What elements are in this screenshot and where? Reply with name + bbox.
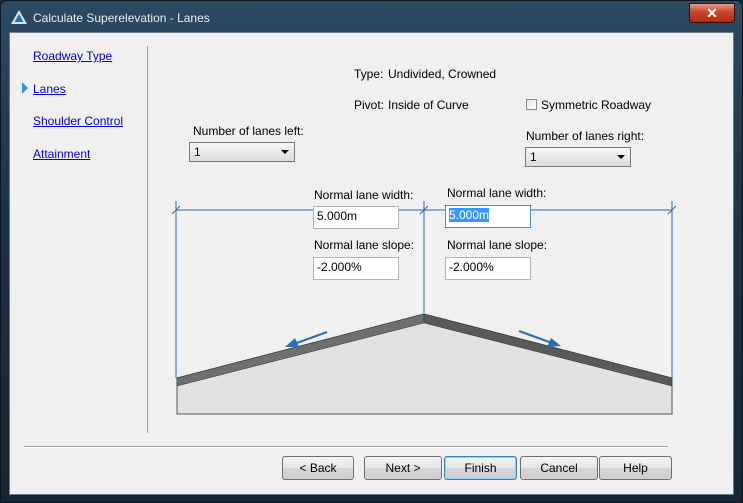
right-lane-slope-label: Normal lane slope:: [447, 238, 548, 252]
left-lane-width-value: 5.000m: [317, 209, 358, 223]
left-lane-width-input[interactable]: 5.000m: [313, 206, 399, 229]
button-separator: [24, 446, 668, 447]
title-bar[interactable]: Calculate Superelevation - Lanes ✕: [1, 1, 742, 33]
left-lane-width-label: Normal lane width:: [314, 188, 414, 202]
right-lane-slope-input[interactable]: -2.000%: [445, 257, 531, 280]
dialog-body: Roadway Type Lanes Shoulder Control Atta…: [9, 32, 734, 495]
right-lane-slope-value: -2.000%: [449, 260, 494, 274]
close-button[interactable]: ✕: [689, 3, 735, 23]
autocad-app-icon: [11, 10, 27, 24]
window-title: Calculate Superelevation - Lanes: [33, 11, 210, 25]
finish-button[interactable]: Finish: [444, 456, 517, 480]
left-lane-slope-label: Normal lane slope:: [314, 238, 415, 252]
help-button[interactable]: Help: [599, 456, 672, 480]
left-lane-slope-value: -2.000%: [317, 260, 362, 274]
right-lane-width-value: 5.000m: [449, 208, 490, 222]
close-icon: ✕: [706, 5, 718, 21]
back-button[interactable]: < Back: [282, 456, 354, 480]
cancel-button[interactable]: Cancel: [520, 456, 598, 480]
right-lane-width-label: Normal lane width:: [447, 186, 547, 200]
right-lane-width-input[interactable]: 5.000m: [445, 205, 531, 228]
dialog-window: Calculate Superelevation - Lanes ✕ Roadw…: [0, 0, 743, 503]
left-lane-slope-input[interactable]: -2.000%: [313, 257, 399, 280]
next-button[interactable]: Next >: [364, 456, 442, 480]
